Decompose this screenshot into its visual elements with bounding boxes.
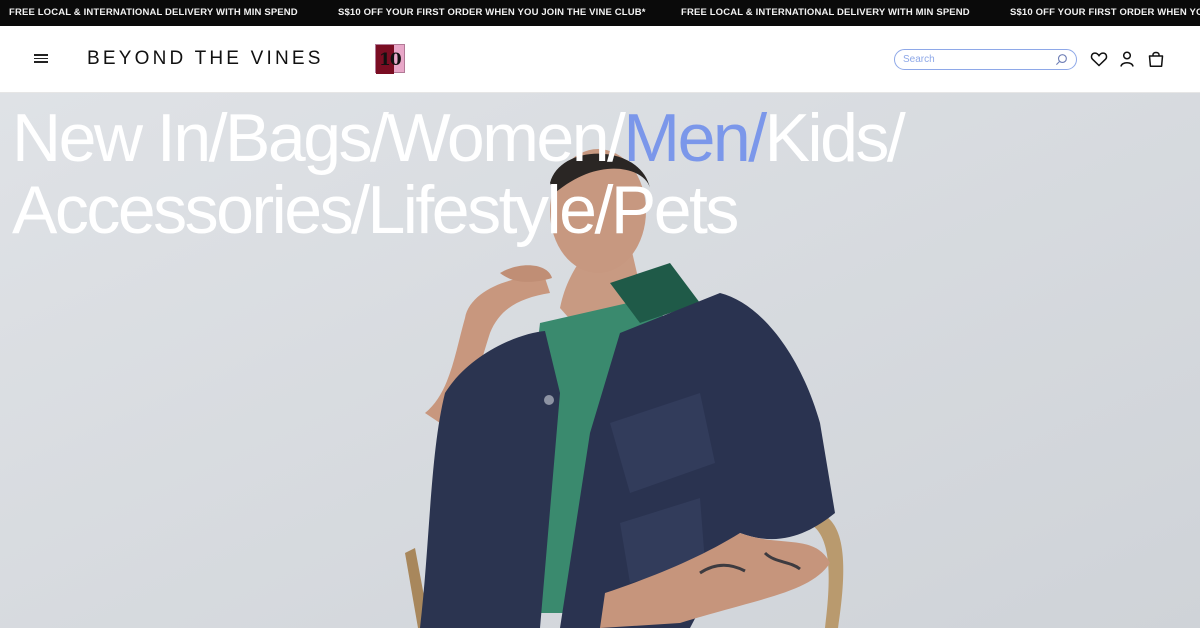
category-separator: / bbox=[594, 172, 613, 248]
category-link-kids[interactable]: Kids/ bbox=[764, 100, 906, 176]
category-link-lifestyle[interactable]: Lifestyle/ bbox=[367, 172, 613, 248]
category-label: Pets bbox=[610, 172, 740, 248]
search-icon[interactable] bbox=[1055, 53, 1068, 66]
category-nav: New In/Bags/Women/Men/Kids/ Accessories/… bbox=[12, 102, 1112, 246]
announcement-item: FREE LOCAL & INTERNATIONAL DELIVERY WITH… bbox=[9, 7, 298, 18]
heart-icon[interactable] bbox=[1090, 50, 1108, 68]
announcement-item: S$10 OFF YOUR FIRST ORDER WHEN YOU bbox=[1010, 7, 1200, 18]
category-link-women[interactable]: Women/ bbox=[386, 100, 626, 176]
category-separator: / bbox=[370, 100, 389, 176]
anniversary-badge[interactable]: 10 bbox=[375, 44, 405, 74]
category-link-new-in[interactable]: New In/ bbox=[12, 100, 228, 176]
user-icon[interactable] bbox=[1118, 50, 1136, 68]
category-link-accessories[interactable]: Accessories/ bbox=[12, 172, 370, 248]
category-label: New In bbox=[12, 100, 211, 176]
badge-text: 10 bbox=[379, 50, 402, 70]
bag-icon[interactable] bbox=[1147, 50, 1165, 68]
site-logo[interactable]: BEYOND THE VINES bbox=[87, 48, 324, 70]
search-input[interactable] bbox=[903, 52, 1048, 66]
category-label: Lifestyle bbox=[367, 172, 596, 248]
category-separator: / bbox=[351, 172, 370, 248]
menu-icon[interactable] bbox=[34, 52, 50, 66]
category-link-pets[interactable]: Pets bbox=[610, 172, 740, 248]
category-separator: / bbox=[886, 100, 906, 176]
category-separator: / bbox=[208, 100, 228, 176]
category-label: Men bbox=[623, 100, 750, 176]
announcement-track: FREE LOCAL & INTERNATIONAL DELIVERY WITH… bbox=[9, 7, 1200, 18]
search-box[interactable] bbox=[894, 49, 1077, 70]
category-label: Bags bbox=[225, 100, 373, 176]
category-line: New In/Bags/Women/Men/Kids/ bbox=[12, 102, 1112, 174]
category-separator: / bbox=[607, 100, 626, 176]
category-label: Accessories bbox=[12, 172, 354, 248]
category-separator: / bbox=[748, 100, 767, 176]
announcement-bar: FREE LOCAL & INTERNATIONAL DELIVERY WITH… bbox=[0, 0, 1200, 26]
announcement-item: S$10 OFF YOUR FIRST ORDER WHEN YOU JOIN … bbox=[338, 7, 646, 18]
category-label: Kids bbox=[764, 100, 890, 176]
hero-banner[interactable]: New In/Bags/Women/Men/Kids/ Accessories/… bbox=[0, 93, 1200, 628]
category-link-men[interactable]: Men/ bbox=[623, 100, 767, 176]
site-header: BEYOND THE VINES 10 bbox=[0, 26, 1200, 93]
category-link-bags[interactable]: Bags/ bbox=[225, 100, 389, 176]
announcement-item: FREE LOCAL & INTERNATIONAL DELIVERY WITH… bbox=[681, 7, 970, 18]
category-label: Women bbox=[386, 100, 609, 176]
category-line: Accessories/Lifestyle/Pets bbox=[12, 174, 1112, 246]
